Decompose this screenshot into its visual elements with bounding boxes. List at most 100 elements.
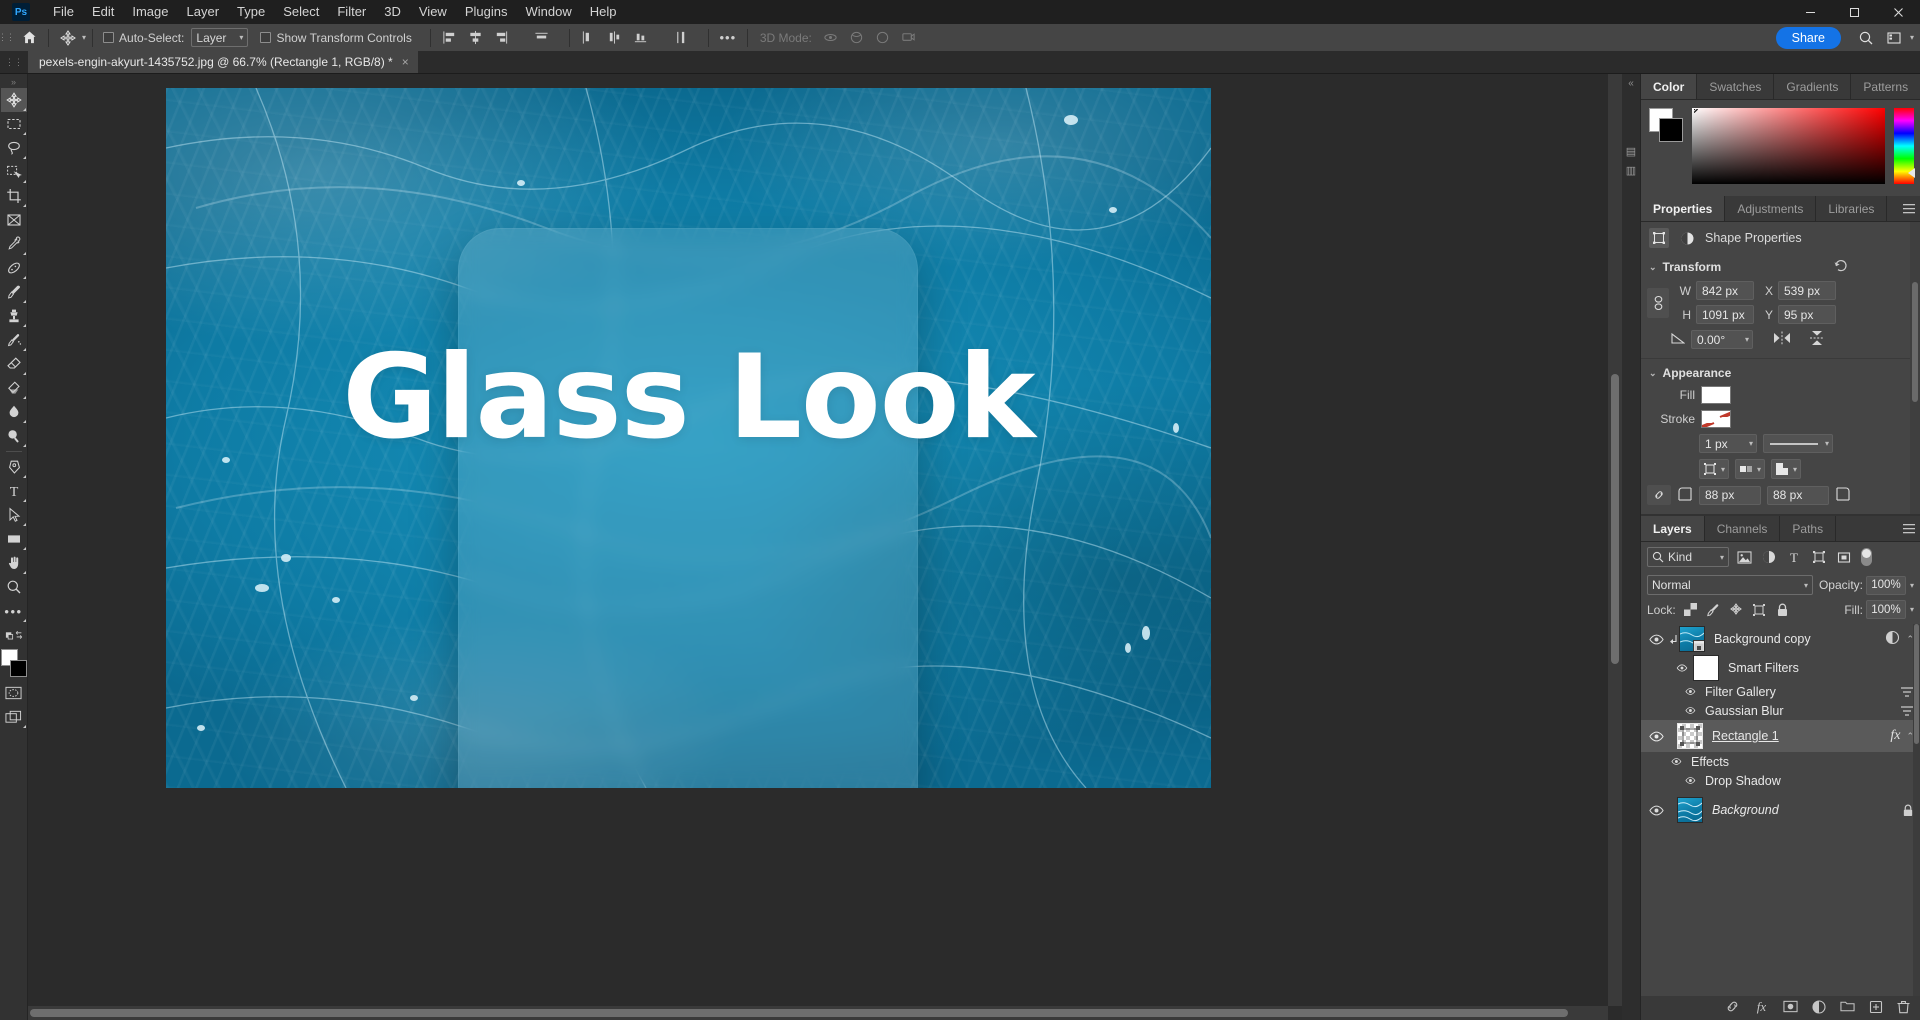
layer-name[interactable]: Rectangle 1 xyxy=(1712,729,1779,743)
auto-select-checkbox-group[interactable]: Auto-Select: xyxy=(99,31,188,45)
color-hue-slider[interactable] xyxy=(1894,108,1915,184)
link-layers-icon[interactable] xyxy=(1725,999,1740,1017)
screen-mode-icon[interactable] xyxy=(1,705,27,729)
layer-visibility-toggle[interactable] xyxy=(1681,777,1698,784)
stroke-caps-dropdown[interactable]: ▾ xyxy=(1735,459,1766,479)
layer-filter-toggle[interactable] xyxy=(1861,548,1872,566)
tab-swatches[interactable]: Swatches xyxy=(1697,74,1775,99)
color-saturation-value-field[interactable] xyxy=(1692,108,1885,184)
tab-patterns[interactable]: Patterns xyxy=(1851,74,1920,99)
stroke-align-dropdown[interactable]: ▾ xyxy=(1699,459,1730,479)
tab-properties[interactable]: Properties xyxy=(1641,196,1726,221)
canvas-horizontal-scroll-thumb[interactable] xyxy=(30,1009,1568,1017)
blur-tool[interactable] xyxy=(1,400,27,424)
smart-filter-mask-thumbnail[interactable] xyxy=(1693,655,1719,681)
tools-panel-grip[interactable]: » xyxy=(0,76,27,88)
tab-layers[interactable]: Layers xyxy=(1641,516,1705,541)
menu-file[interactable]: File xyxy=(44,0,83,24)
table-row[interactable]: Background copy ⌃ xyxy=(1641,624,1920,654)
menu-select[interactable]: Select xyxy=(274,0,328,24)
lock-artboard-nesting-icon[interactable] xyxy=(1751,601,1768,618)
eraser-tool[interactable] xyxy=(1,352,27,376)
layers-panel-scrollbar[interactable] xyxy=(1913,624,1920,996)
table-row[interactable]: Background xyxy=(1641,795,1920,825)
height-input[interactable]: 1091 px xyxy=(1696,305,1754,324)
search-icon[interactable] xyxy=(1853,26,1879,50)
x-input[interactable]: 539 px xyxy=(1778,281,1836,300)
distribute-vertical-centers-icon[interactable] xyxy=(602,26,628,50)
options-bar-grip[interactable]: ⋮⋮ xyxy=(0,24,15,52)
layer-visibility-toggle[interactable] xyxy=(1667,758,1684,765)
y-input[interactable]: 95 px xyxy=(1778,305,1836,324)
canvas-vertical-scroll-thumb[interactable] xyxy=(1611,374,1619,664)
document-tab[interactable]: pexels-engin-akyurt-1435752.jpg @ 66.7% … xyxy=(28,51,419,73)
properties-panel-scrollbar[interactable] xyxy=(1910,222,1920,514)
brush-tool[interactable] xyxy=(1,280,27,304)
layer-thumbnail[interactable] xyxy=(1679,626,1705,652)
adjustment-filter-icon[interactable] xyxy=(1759,547,1779,567)
shape-transform-icon[interactable] xyxy=(1649,228,1669,248)
new-layer-icon[interactable] xyxy=(1869,1000,1883,1017)
appearance-section-title[interactable]: ⌄ Appearance xyxy=(1641,361,1920,383)
menu-type[interactable]: Type xyxy=(228,0,274,24)
layer-visibility-toggle[interactable] xyxy=(1681,707,1698,714)
reset-icon[interactable] xyxy=(1834,259,1848,275)
type-filter-icon[interactable]: T xyxy=(1784,547,1804,567)
stroke-color-swatch[interactable] xyxy=(1701,410,1731,428)
eyedropper-tool[interactable] xyxy=(1,232,27,256)
smart-filter-icon[interactable] xyxy=(1885,630,1900,648)
layer-name[interactable]: Drop Shadow xyxy=(1705,774,1781,788)
rectangle-tool[interactable] xyxy=(1,527,27,551)
edit-toolbar[interactable]: ••• xyxy=(1,599,27,623)
align-horizontal-centers-icon[interactable] xyxy=(463,26,489,50)
move-tool-icon[interactable] xyxy=(55,26,81,50)
menu-view[interactable]: View xyxy=(410,0,456,24)
properties-panel-menu-icon[interactable] xyxy=(1898,196,1920,221)
auto-select-target-dropdown[interactable]: Layer ▾ xyxy=(191,28,249,47)
close-icon[interactable]: × xyxy=(402,56,409,68)
new-fill-adjustment-layer-icon[interactable] xyxy=(1812,999,1826,1017)
spot-healing-brush-tool[interactable] xyxy=(1,256,27,280)
lasso-tool[interactable] xyxy=(1,136,27,160)
tab-gradients[interactable]: Gradients xyxy=(1774,74,1852,99)
auto-select-checkbox[interactable] xyxy=(103,32,115,43)
layer-effects-fx-icon[interactable]: fx xyxy=(1890,728,1900,744)
layer-name[interactable]: Background xyxy=(1712,803,1779,817)
table-row[interactable]: Smart Filters xyxy=(1641,654,1920,682)
menu-edit[interactable]: Edit xyxy=(83,0,123,24)
layer-name[interactable]: Background copy xyxy=(1714,632,1811,646)
layer-name[interactable]: Filter Gallery xyxy=(1705,685,1776,699)
menu-plugins[interactable]: Plugins xyxy=(456,0,517,24)
layer-visibility-toggle[interactable] xyxy=(1645,731,1667,742)
layer-name[interactable]: Gaussian Blur xyxy=(1705,704,1784,718)
minimize-button[interactable] xyxy=(1788,0,1832,24)
show-transform-checkbox-group[interactable]: Show Transform Controls xyxy=(256,31,415,45)
close-button[interactable] xyxy=(1876,0,1920,24)
distribute-bottom-edges-icon[interactable] xyxy=(628,26,654,50)
fill-chevron-down-icon[interactable]: ▾ xyxy=(1910,605,1914,614)
history-brush-tool[interactable] xyxy=(1,328,27,352)
layer-list[interactable]: Background copy ⌃ Smart Filters Filter G… xyxy=(1641,624,1920,996)
layer-name[interactable]: Effects xyxy=(1691,755,1729,769)
stroke-style-dropdown[interactable]: ▾ xyxy=(1763,434,1833,453)
foreground-background-color-swatches[interactable] xyxy=(0,649,27,677)
table-row[interactable]: Effects xyxy=(1641,752,1920,771)
shape-appearance-icon[interactable] xyxy=(1677,228,1697,248)
table-row[interactable]: Drop Shadow xyxy=(1641,771,1920,790)
more-options-icon[interactable]: ••• xyxy=(715,26,741,50)
layer-name[interactable]: Smart Filters xyxy=(1728,661,1799,675)
corner-radius-tr-input[interactable]: 88 px xyxy=(1767,485,1829,505)
layer-visibility-toggle[interactable] xyxy=(1645,805,1667,816)
home-icon[interactable] xyxy=(16,26,42,50)
radius-link-icon[interactable] xyxy=(1647,485,1671,505)
crop-tool[interactable] xyxy=(1,184,27,208)
type-tool[interactable]: T xyxy=(1,479,27,503)
workspace-icon[interactable] xyxy=(1881,26,1907,50)
tab-adjustments[interactable]: Adjustments xyxy=(1725,196,1817,221)
corner-radius-tl-input[interactable]: 88 px xyxy=(1699,485,1761,505)
clone-stamp-tool[interactable] xyxy=(1,304,27,328)
dock-collapse-icon[interactable]: « xyxy=(1622,74,1640,89)
lock-position-icon[interactable] xyxy=(1728,601,1745,618)
tab-libraries[interactable]: Libraries xyxy=(1816,196,1888,221)
align-right-edges-icon[interactable] xyxy=(489,26,515,50)
